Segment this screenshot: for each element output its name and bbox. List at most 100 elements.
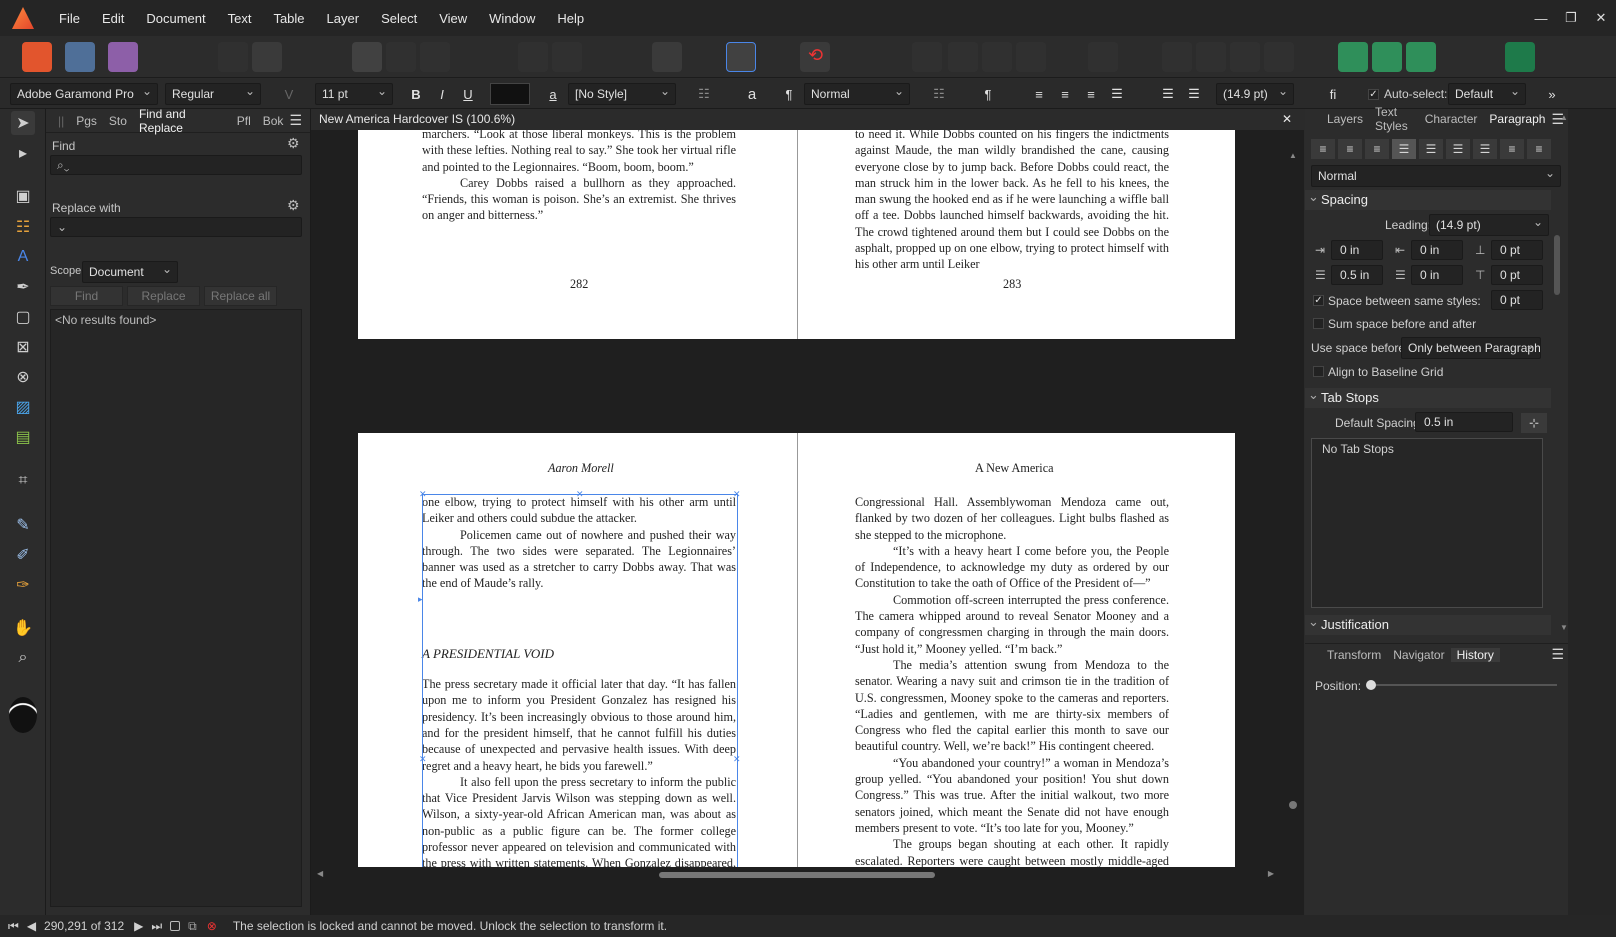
close-window-icon[interactable]: ✕ (1586, 0, 1616, 36)
add-tab-stop-icon[interactable]: ⊹ (1521, 413, 1547, 433)
zoom-tool-icon[interactable]: ⌕ (11, 646, 35, 670)
baseline-button[interactable]: a (740, 83, 764, 105)
para-options-icon[interactable]: ☷ (927, 83, 951, 105)
autoselect-checkbox[interactable]: ✓ (1368, 89, 1379, 100)
frame-handle[interactable]: ✕ (419, 755, 427, 764)
menu-window[interactable]: Window (478, 11, 546, 26)
pin-icon[interactable] (518, 42, 548, 72)
frame-text-tool-icon[interactable]: ▣ (11, 184, 35, 208)
frame-handle[interactable]: ✕ (733, 490, 741, 499)
sum-space-checkbox[interactable] (1313, 318, 1324, 329)
place-image-tool-icon[interactable]: ▨ (11, 395, 35, 419)
ligature-button[interactable]: fi (1318, 83, 1348, 105)
close-document-icon[interactable]: ✕ (1282, 109, 1292, 130)
menu-document[interactable]: Document (135, 11, 216, 26)
settings-wheel-icon[interactable] (252, 42, 282, 72)
overflow-chevron-icon[interactable]: » (1540, 83, 1564, 105)
transparency-tool-icon[interactable]: ✐ (11, 543, 35, 567)
bullet-list-icon[interactable]: ☰ (1156, 83, 1180, 105)
tab-layers[interactable]: Layers (1321, 112, 1369, 126)
tab-books[interactable]: Bok (257, 114, 290, 128)
frame-handle[interactable]: ✕ (733, 755, 741, 764)
font-size-dropdown[interactable]: 11 pt (315, 83, 393, 105)
menu-select[interactable]: Select (370, 11, 428, 26)
scroll-up-arrow-icon[interactable]: ▲ (1560, 113, 1568, 122)
arrange-back-icon[interactable] (912, 42, 942, 72)
rectangle-tool-icon[interactable]: ▢ (11, 305, 35, 329)
preview-icon[interactable] (386, 42, 416, 72)
history-position-slider[interactable] (1371, 684, 1557, 686)
horizontal-scrollbar[interactable]: ◀ ▶ (311, 867, 1304, 883)
pen-tool-icon[interactable]: ✒ (11, 275, 35, 299)
char-style-dropdown[interactable]: [No Style] (568, 83, 676, 105)
menu-table[interactable]: Table (262, 11, 315, 26)
tab-paragraph[interactable]: Paragraph (1483, 112, 1551, 126)
space-after-input[interactable]: 0 pt (1491, 265, 1543, 285)
tab-stops-section-header[interactable]: Tab Stops (1305, 385, 1551, 408)
colour-picker-tool-icon[interactable]: ✑ (11, 573, 35, 597)
previous-page-icon[interactable]: ◀ (27, 919, 36, 933)
panel-scrollbar[interactable] (1554, 235, 1560, 295)
link-text-icon[interactable] (652, 42, 682, 72)
menu-edit[interactable]: Edit (91, 11, 135, 26)
para-style-dropdown[interactable]: Normal (804, 83, 910, 105)
minimize-icon[interactable]: — (1526, 0, 1556, 36)
panel-menu-icon[interactable]: ☰ (1551, 646, 1564, 663)
picture-frame-tool-icon[interactable]: ⊠ (11, 335, 35, 359)
node-tool-icon[interactable]: ▸ (11, 141, 35, 165)
italic-button[interactable]: I (430, 83, 454, 105)
publisher-persona-icon[interactable] (22, 42, 52, 72)
artistic-text-tool-icon[interactable]: A (11, 245, 35, 269)
tab-transform[interactable]: Transform (1321, 648, 1387, 662)
para-style-dropdown[interactable]: Normal (1311, 165, 1561, 187)
find-button[interactable]: Find (50, 286, 123, 306)
text-wrap-icon[interactable]: ⟲ (800, 42, 830, 72)
menu-view[interactable]: View (428, 11, 478, 26)
show-special-chars-button[interactable]: ¶ (777, 83, 801, 105)
preflight-error-icon[interactable]: ⊗ (207, 919, 217, 933)
tab-pages[interactable]: Pgs (70, 114, 103, 128)
char-style-glyph[interactable]: a (541, 83, 565, 105)
account-icon[interactable] (1505, 42, 1535, 72)
menu-layer[interactable]: Layer (316, 11, 371, 26)
numbered-list-icon[interactable]: ☰ (1182, 83, 1206, 105)
crop-tool-icon[interactable]: ⌗ (11, 469, 35, 493)
maximize-icon[interactable]: ❐ (1556, 0, 1586, 36)
rotate-left-icon[interactable] (1230, 42, 1260, 72)
replace-button[interactable]: Replace (127, 286, 200, 306)
view-mode-icon[interactable] (352, 42, 382, 72)
tab-preflight[interactable]: Pfl (231, 114, 257, 128)
rotate-right-icon[interactable] (1264, 42, 1294, 72)
tab-navigator[interactable]: Navigator (1387, 648, 1450, 662)
autoselect-dropdown[interactable]: Default (1448, 83, 1526, 105)
justify-icon[interactable]: ☰ (1105, 83, 1129, 105)
paragraph-button[interactable]: ¶ (976, 83, 1000, 105)
move-tool-icon[interactable]: ➤ (11, 111, 35, 135)
justify-center-icon[interactable]: ☰ (1419, 139, 1443, 159)
history-slider-handle[interactable] (1366, 680, 1376, 690)
space-before-input[interactable]: 0 pt (1491, 240, 1543, 260)
use-space-dropdown[interactable]: Only between Paragraphs (1401, 337, 1541, 359)
tab-stops-list[interactable]: No Tab Stops (1311, 438, 1543, 608)
scope-dropdown[interactable]: Document (82, 261, 178, 283)
photo-persona-icon[interactable] (108, 42, 138, 72)
align-center-icon[interactable]: ≡ (1053, 83, 1077, 105)
tab-character[interactable]: Character (1419, 112, 1484, 126)
default-spacing-input[interactable]: 0.5 in (1415, 412, 1513, 432)
justify-left-icon[interactable]: ☰ (1392, 139, 1416, 159)
align-right-icon[interactable]: ≡ (1079, 83, 1103, 105)
last-page-icon[interactable]: ⏭ (151, 919, 162, 934)
table-of-contents-tool-icon[interactable]: ▤ (11, 425, 35, 449)
tab-find-replace[interactable]: Find and Replace (133, 107, 231, 135)
kerning-icon[interactable]: V (277, 83, 301, 105)
panel-menu-icon[interactable]: ☰ (289, 112, 302, 129)
bold-button[interactable]: B (404, 83, 428, 105)
selected-text-frame[interactable] (422, 494, 738, 867)
view-mode-status-icon[interactable]: ⧉ (188, 919, 197, 934)
align-left-icon[interactable]: ≡ (1027, 83, 1051, 105)
find-settings-gear-icon[interactable]: ⚙ (287, 135, 300, 152)
arrange-front-icon[interactable] (1016, 42, 1046, 72)
justify-right-icon[interactable]: ☰ (1446, 139, 1470, 159)
last-line-indent-input[interactable]: 0 in (1411, 265, 1463, 285)
frame-handle[interactable]: ✕ (576, 490, 584, 499)
